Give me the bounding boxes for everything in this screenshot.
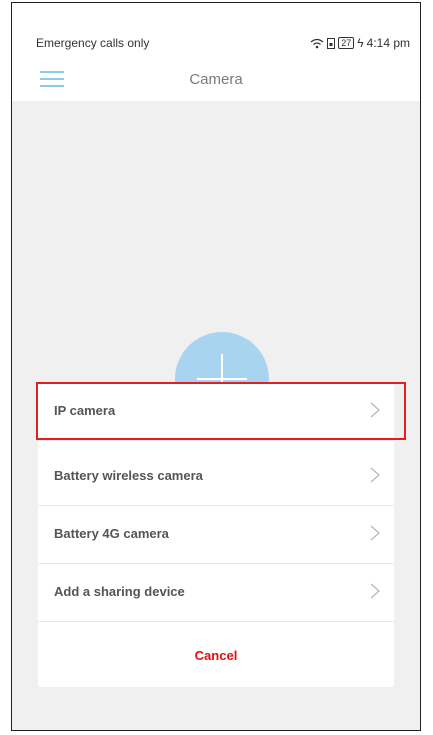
option-label: Battery wireless camera xyxy=(54,468,203,483)
charging-icon: ϟ xyxy=(357,36,364,50)
chevron-right-icon xyxy=(370,525,380,541)
status-bar: Emergency calls only 27 ϟ 4:14 pm xyxy=(12,3,420,55)
clock: 4:14 pm xyxy=(366,36,410,50)
option-battery-4g-camera[interactable]: Battery 4G camera xyxy=(38,505,394,564)
carrier-text: Emergency calls only xyxy=(36,36,150,50)
device-type-sheet: IP camera Battery wireless camera Batter… xyxy=(36,382,406,687)
status-icons: 27 ϟ 4:14 pm xyxy=(310,36,410,50)
option-label: Battery 4G camera xyxy=(54,526,169,541)
battery-icon: 27 xyxy=(338,37,355,49)
option-battery-wireless-camera[interactable]: Battery wireless camera xyxy=(38,447,394,506)
option-add-sharing-device[interactable]: Add a sharing device xyxy=(38,563,394,622)
cancel-button[interactable]: Cancel xyxy=(38,648,394,663)
chevron-right-icon xyxy=(370,467,380,483)
option-label: Add a sharing device xyxy=(54,584,185,599)
wifi-icon xyxy=(310,38,324,48)
plus-icon-bar xyxy=(197,378,247,380)
chevron-right-icon xyxy=(370,583,380,599)
page-title: Camera xyxy=(189,71,243,88)
selection-highlight xyxy=(36,382,406,440)
phone-screen: Emergency calls only 27 ϟ 4:14 pm Camera xyxy=(11,2,421,731)
app-bar: Camera xyxy=(12,55,420,101)
sim-icon xyxy=(327,37,336,49)
